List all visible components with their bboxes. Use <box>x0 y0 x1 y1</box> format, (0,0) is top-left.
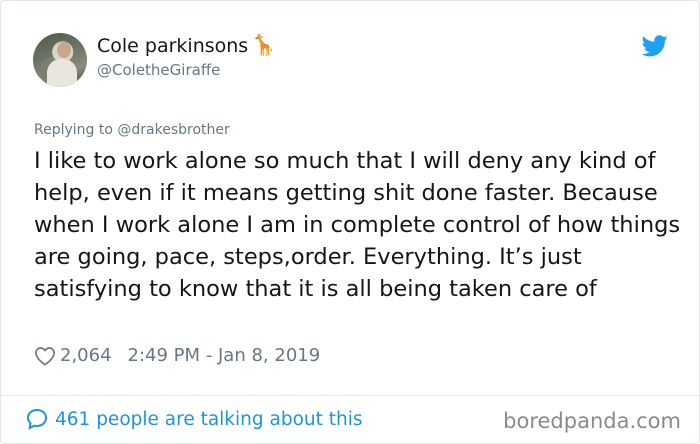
like-count[interactable]: 2,064 <box>60 345 112 366</box>
divider <box>1 395 700 396</box>
heart-icon[interactable] <box>34 346 56 366</box>
giraffe-emoji: 🦒 <box>251 33 277 57</box>
avatar[interactable] <box>33 33 87 87</box>
conversation-text: 461 people are talking about this <box>55 408 363 430</box>
author-name[interactable]: Cole parkinsons 🦒 <box>97 33 276 57</box>
tweet-meta: 2,064 2:49 PM - Jan 8, 2019 <box>34 345 320 366</box>
boredpanda-watermark: boredpanda.com <box>503 409 681 433</box>
speech-bubble-icon <box>26 408 48 430</box>
avatar-face <box>57 42 71 58</box>
avatar-body <box>47 59 77 87</box>
twitter-bird-icon[interactable] <box>642 35 668 57</box>
author-handle[interactable]: @ColetheGiraffe <box>97 61 220 79</box>
conversation-link[interactable]: 461 people are talking about this <box>25 407 363 431</box>
replying-to[interactable]: Replying to @drakesbrother <box>34 122 230 138</box>
timestamp[interactable]: 2:49 PM - Jan 8, 2019 <box>128 345 321 366</box>
author-name-text: Cole parkinsons <box>97 35 249 57</box>
tweet-card: Cole parkinsons 🦒 @ColetheGiraffe Replyin… <box>0 0 700 444</box>
tweet-text: I like to work alone so much that I will… <box>34 148 681 302</box>
